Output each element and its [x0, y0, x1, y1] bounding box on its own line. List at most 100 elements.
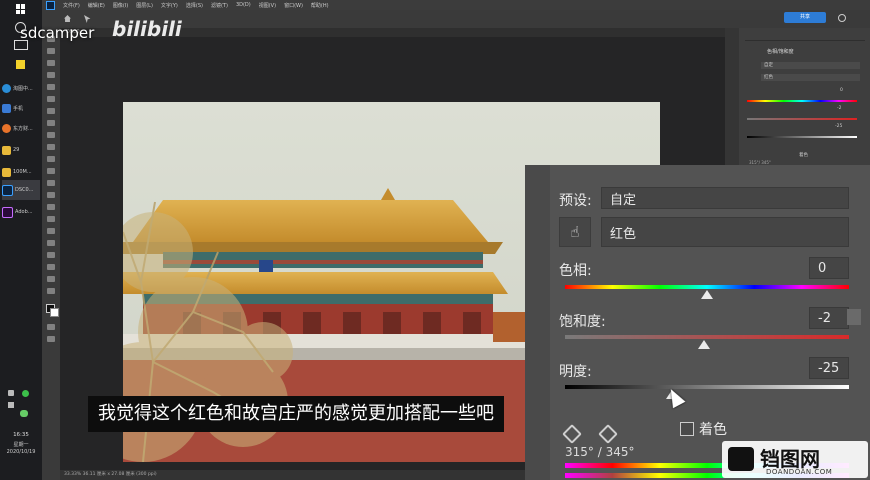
site-url: DOANDOAN.COM — [766, 468, 833, 476]
hue-track-small — [747, 100, 857, 102]
healing-tool-icon[interactable] — [47, 120, 55, 126]
menu-bar: 文件(F) 编辑(E) 图像(I) 图层(L) 文字(Y) 选择(S) 滤镜(T… — [42, 0, 870, 10]
hue-slider-thumb[interactable] — [701, 290, 713, 299]
hue-saturation-panel-zoom: 预设: 自定 ☝ 红色 色相: 0 饱和度: -2 明度: -25 着色 315… — [525, 165, 870, 480]
windows-start-icon[interactable] — [16, 4, 26, 14]
taskbar-item-2[interactable]: 手机 — [2, 98, 40, 118]
sat-value-small[interactable]: -2 — [837, 106, 842, 111]
channel-value: 红色 — [610, 226, 637, 242]
menu-help[interactable]: 帮助(H) — [311, 2, 329, 9]
pen-tool-icon[interactable] — [47, 216, 55, 222]
ps-logo-icon[interactable] — [46, 0, 55, 10]
quick-mask-icon[interactable] — [47, 324, 55, 330]
taskbar-item-7[interactable]: Adob... — [2, 202, 40, 222]
colorize-small[interactable]: 着色 — [799, 152, 808, 158]
lasso-tool-icon[interactable] — [47, 60, 55, 66]
hue-input-value: 0 — [818, 260, 827, 276]
crop-tool-icon[interactable] — [47, 84, 55, 90]
menu-window[interactable]: 窗口(W) — [284, 2, 303, 9]
preset-value: 自定 — [610, 192, 637, 208]
saturation-slider-thumb[interactable] — [698, 340, 711, 349]
targeted-adjust-button[interactable]: ☝ — [559, 217, 591, 247]
hue-input[interactable]: 0 — [809, 257, 849, 279]
hand-tool-icon[interactable] — [47, 264, 55, 270]
brush-tool-icon[interactable] — [47, 132, 55, 138]
menu-layer[interactable]: 图层(L) — [136, 2, 153, 9]
taskbar-item-5[interactable]: 100M... — [2, 162, 40, 182]
site-logo-icon — [728, 447, 754, 471]
taskbar-time[interactable]: 16:35 — [0, 432, 42, 438]
menu-filter[interactable]: 滤镜(T) — [211, 2, 228, 9]
taskbar-date: 2020/10/19 — [6, 449, 36, 455]
more-tools-icon[interactable] — [47, 288, 55, 294]
taskbar-item-3[interactable]: 东方财... — [2, 118, 40, 138]
colorize-checkbox[interactable] — [680, 422, 694, 436]
lightness-slider-track[interactable] — [565, 385, 849, 389]
zoom-tool-icon[interactable] — [47, 276, 55, 282]
channel-field[interactable]: 红色 — [761, 74, 860, 81]
light-value-small[interactable]: -25 — [835, 124, 842, 129]
menu-file[interactable]: 文件(F) — [63, 2, 80, 9]
eraser-tool-icon[interactable] — [47, 168, 55, 174]
menu-3d[interactable]: 3D(D) — [236, 2, 251, 8]
light-track-small — [747, 136, 857, 138]
menu-select[interactable]: 选择(S) — [186, 2, 203, 9]
hand-icon: ☝ — [570, 223, 580, 241]
type-tool-icon[interactable] — [47, 228, 55, 234]
eyedropper-tool-icon[interactable] — [47, 108, 55, 114]
volume-icon[interactable] — [8, 402, 14, 408]
search-icon[interactable] — [838, 14, 846, 22]
history-brush-tool-icon[interactable] — [47, 156, 55, 162]
video-subtitle: 我觉得这个红色和故宫庄严的感觉更加搭配一些吧 — [88, 396, 504, 432]
preset-field[interactable]: 自定 — [761, 62, 860, 69]
home-icon[interactable] — [64, 15, 71, 22]
menu-image[interactable]: 图像(I) — [113, 2, 128, 9]
menu-edit[interactable]: 编辑(E) — [88, 2, 105, 9]
saturation-input[interactable]: -2 — [809, 307, 849, 329]
taskbar-item-6[interactable]: DSC0... — [2, 180, 40, 200]
edge-icon — [2, 83, 11, 93]
gradient-tool-icon[interactable] — [47, 180, 55, 186]
saturation-label: 饱和度: — [559, 314, 606, 330]
hue-label: 色相: — [559, 263, 592, 279]
saturation-input-value: -2 — [818, 310, 831, 326]
path-select-tool-icon[interactable] — [47, 240, 55, 246]
folder-icon — [2, 145, 11, 155]
saturation-slider-track[interactable] — [565, 335, 849, 339]
dodge-tool-icon[interactable] — [47, 204, 55, 210]
screen-mode-icon[interactable] — [47, 336, 55, 342]
shape-tool-icon[interactable] — [47, 252, 55, 258]
preset-dropdown[interactable]: 自定 — [601, 187, 849, 209]
panel-tabs[interactable] — [745, 32, 865, 41]
menu-type[interactable]: 文字(Y) — [161, 2, 178, 9]
app-tray-icon[interactable] — [22, 390, 29, 397]
adjustment-title: 色相/饱和度 — [767, 49, 794, 55]
sticky-notes-icon[interactable] — [16, 60, 25, 69]
taskbar-item-1[interactable]: 淘图中... — [2, 78, 40, 98]
background-color-swatch[interactable] — [50, 308, 59, 317]
network-icon[interactable] — [8, 390, 14, 396]
blur-tool-icon[interactable] — [47, 192, 55, 198]
eyedropper-icon[interactable] — [562, 424, 582, 444]
app-icon — [2, 123, 11, 133]
taskbar-weekday: 星期一 — [13, 442, 29, 448]
quick-select-tool-icon[interactable] — [47, 72, 55, 78]
wechat-icon[interactable] — [20, 410, 28, 417]
marquee-tool-icon[interactable] — [47, 48, 55, 54]
eyedropper-plus-icon[interactable] — [598, 424, 618, 444]
panel-scrollbar[interactable] — [847, 309, 861, 325]
move-tool-icon[interactable] — [84, 15, 91, 23]
app-icon — [2, 103, 11, 113]
channel-dropdown[interactable]: 红色 — [601, 217, 849, 247]
bilibili-logo: bilibili — [112, 17, 182, 41]
lightness-input[interactable]: -25 — [809, 357, 849, 379]
share-button[interactable]: 共享 — [784, 12, 826, 23]
taskbar-item-4[interactable]: 29 — [2, 140, 40, 160]
stamp-tool-icon[interactable] — [47, 144, 55, 150]
hue-slider-track[interactable] — [565, 285, 849, 289]
colorize-label: 着色 — [699, 422, 727, 438]
hue-value-small[interactable]: 0 — [840, 88, 843, 93]
tray-icons[interactable] — [8, 390, 34, 418]
frame-tool-icon[interactable] — [47, 96, 55, 102]
menu-view[interactable]: 视图(V) — [259, 2, 276, 9]
